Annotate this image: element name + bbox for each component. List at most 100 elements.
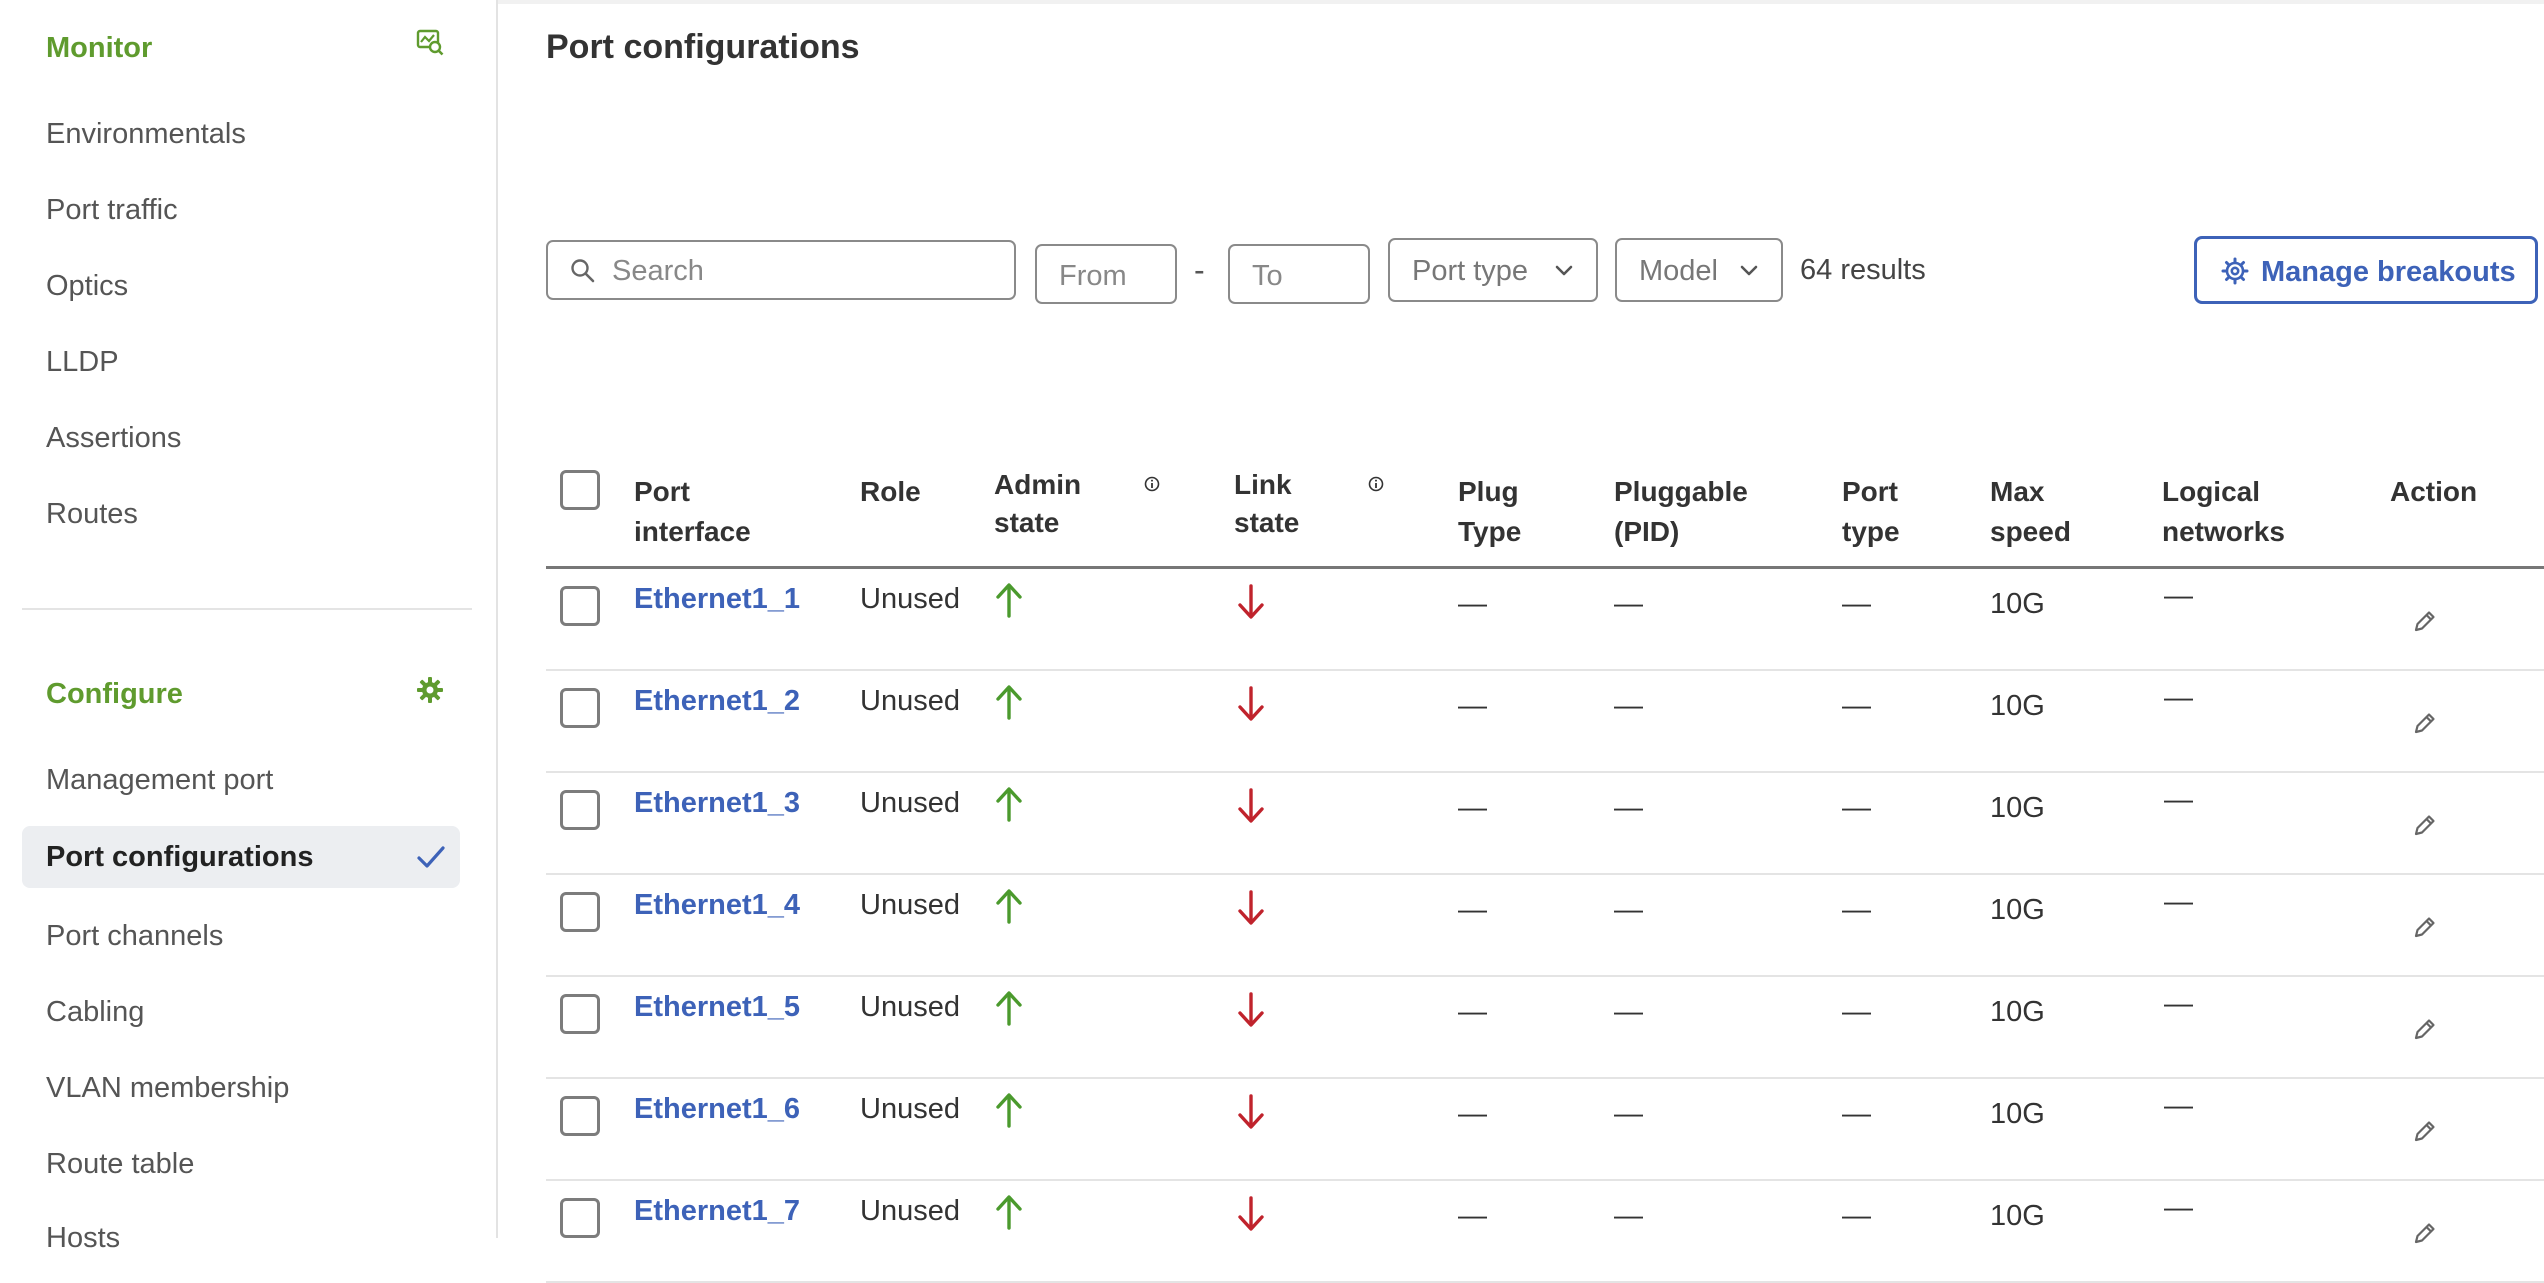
column-header-port-interface[interactable]: Port interface bbox=[634, 472, 764, 552]
pluggable-pid-cell: — bbox=[1614, 1098, 1643, 1130]
sidebar-item-cabling[interactable]: Cabling bbox=[46, 996, 144, 1029]
column-header-logical-networks[interactable]: Logical networks bbox=[2162, 472, 2302, 552]
sidebar-item-optics[interactable]: Optics bbox=[46, 270, 128, 303]
pencil-icon[interactable] bbox=[2410, 1218, 2440, 1248]
sidebar-item-lldp[interactable]: LLDP bbox=[46, 346, 119, 379]
to-field[interactable] bbox=[1228, 244, 1370, 304]
chart-search-icon[interactable] bbox=[416, 28, 444, 56]
column-header-max-speed[interactable]: Max speed bbox=[1990, 472, 2080, 552]
chevron-down-icon bbox=[1740, 265, 1758, 276]
pluggable-pid-cell: — bbox=[1614, 996, 1643, 1028]
range-separator: - bbox=[1194, 252, 1205, 288]
port-interface-link[interactable]: Ethernet1_6 bbox=[634, 1093, 800, 1126]
sidebar-item-environmentals[interactable]: Environmentals bbox=[46, 118, 246, 151]
role-cell: Unused bbox=[860, 583, 960, 615]
row-checkbox[interactable] bbox=[560, 586, 600, 626]
plug-type-cell: — bbox=[1458, 894, 1487, 926]
sidebar-item-port-channels[interactable]: Port channels bbox=[46, 920, 223, 953]
row-checkbox[interactable] bbox=[560, 1198, 600, 1238]
search-icon bbox=[571, 259, 595, 283]
role-cell: Unused bbox=[860, 1195, 960, 1227]
info-icon[interactable] bbox=[1368, 476, 1384, 492]
port-interface-link[interactable]: Ethernet1_4 bbox=[634, 889, 800, 922]
arrow-down-icon bbox=[1238, 1196, 1264, 1231]
arrow-up-icon bbox=[996, 991, 1022, 1026]
gear-icon bbox=[2221, 257, 2249, 285]
arrow-down-icon bbox=[1238, 686, 1264, 721]
pluggable-pid-cell: — bbox=[1614, 690, 1643, 722]
sidebar-item-management-port[interactable]: Management port bbox=[46, 764, 273, 797]
column-header-admin-state[interactable]: Admin state bbox=[994, 466, 1114, 542]
sidebar-item-port-traffic[interactable]: Port traffic bbox=[46, 194, 178, 227]
logical-networks-cell: — bbox=[2164, 1090, 2193, 1122]
search-field[interactable] bbox=[546, 240, 1016, 300]
max-speed-cell: 10G bbox=[1990, 1200, 2045, 1232]
row-checkbox[interactable] bbox=[560, 688, 600, 728]
column-header-pluggable-pid[interactable]: Pluggable (PID) bbox=[1614, 472, 1764, 552]
arrow-down-icon bbox=[1238, 890, 1264, 925]
port-interface-link[interactable]: Ethernet1_7 bbox=[634, 1195, 800, 1228]
sidebar-item-routes[interactable]: Routes bbox=[46, 498, 138, 531]
info-icon[interactable] bbox=[1144, 476, 1160, 492]
port-type-cell: — bbox=[1842, 1200, 1871, 1232]
model-dropdown[interactable]: Model bbox=[1615, 238, 1783, 302]
pencil-icon[interactable] bbox=[2410, 810, 2440, 840]
search-input[interactable] bbox=[610, 250, 1004, 292]
port-type-dropdown-label: Port type bbox=[1412, 255, 1529, 287]
model-dropdown-label: Model bbox=[1639, 255, 1718, 287]
manage-breakouts-button[interactable]: Manage breakouts bbox=[2194, 236, 2538, 304]
arrow-up-icon bbox=[996, 1093, 1022, 1128]
gear-icon[interactable] bbox=[416, 676, 444, 704]
row-checkbox[interactable] bbox=[560, 892, 600, 932]
chevron-down-icon bbox=[1555, 265, 1573, 276]
pencil-icon[interactable] bbox=[2410, 708, 2440, 738]
arrow-up-icon bbox=[996, 1195, 1022, 1230]
plug-type-cell: — bbox=[1458, 588, 1487, 620]
port-type-cell: — bbox=[1842, 792, 1871, 824]
port-type-cell: — bbox=[1842, 996, 1871, 1028]
arrow-down-icon bbox=[1238, 992, 1264, 1027]
sidebar: Monitor Environmentals Port traffic Opti… bbox=[0, 0, 498, 1254]
row-checkbox[interactable] bbox=[560, 994, 600, 1034]
sidebar-item-route-table[interactable]: Route table bbox=[46, 1148, 194, 1181]
port-type-cell: — bbox=[1842, 894, 1871, 926]
to-input[interactable] bbox=[1250, 256, 1364, 296]
sidebar-item-port-configurations[interactable]: Port configurations bbox=[22, 826, 460, 888]
port-interface-link[interactable]: Ethernet1_5 bbox=[634, 991, 800, 1024]
row-divider bbox=[546, 975, 2544, 977]
port-type-cell: — bbox=[1842, 588, 1871, 620]
logical-networks-cell: — bbox=[2164, 682, 2193, 714]
plug-type-cell: — bbox=[1458, 1200, 1487, 1232]
from-field[interactable] bbox=[1035, 244, 1177, 304]
checkmark-icon bbox=[417, 846, 445, 868]
pencil-icon[interactable] bbox=[2410, 1116, 2440, 1146]
pencil-icon[interactable] bbox=[2410, 912, 2440, 942]
pencil-icon[interactable] bbox=[2410, 606, 2440, 636]
row-checkbox[interactable] bbox=[560, 790, 600, 830]
arrow-up-icon bbox=[996, 889, 1022, 924]
column-header-port-type[interactable]: Port type bbox=[1842, 472, 1922, 552]
column-header-plug-type[interactable]: Plug Type bbox=[1458, 472, 1548, 552]
sidebar-item-assertions[interactable]: Assertions bbox=[46, 422, 181, 455]
select-all-checkbox[interactable] bbox=[560, 470, 600, 510]
row-checkbox[interactable] bbox=[560, 1096, 600, 1136]
port-type-cell: — bbox=[1842, 1098, 1871, 1130]
sidebar-item-hosts[interactable]: Hosts bbox=[46, 1222, 120, 1255]
port-interface-link[interactable]: Ethernet1_2 bbox=[634, 685, 800, 718]
port-type-dropdown[interactable]: Port type bbox=[1388, 238, 1598, 302]
max-speed-cell: 10G bbox=[1990, 894, 2045, 926]
column-header-role[interactable]: Role bbox=[860, 472, 921, 512]
column-header-action: Action bbox=[2390, 476, 2478, 507]
arrow-down-icon bbox=[1238, 788, 1264, 823]
sidebar-item-vlan-membership[interactable]: VLAN membership bbox=[46, 1072, 289, 1105]
max-speed-cell: 10G bbox=[1990, 996, 2045, 1028]
pencil-icon[interactable] bbox=[2410, 1014, 2440, 1044]
port-interface-link[interactable]: Ethernet1_1 bbox=[634, 583, 800, 616]
max-speed-cell: 10G bbox=[1990, 792, 2045, 824]
role-cell: Unused bbox=[860, 685, 960, 717]
arrow-up-icon bbox=[996, 685, 1022, 720]
max-speed-cell: 10G bbox=[1990, 690, 2045, 722]
from-input[interactable] bbox=[1057, 256, 1171, 296]
column-header-link-state[interactable]: Link state bbox=[1234, 466, 1344, 542]
port-interface-link[interactable]: Ethernet1_3 bbox=[634, 787, 800, 820]
